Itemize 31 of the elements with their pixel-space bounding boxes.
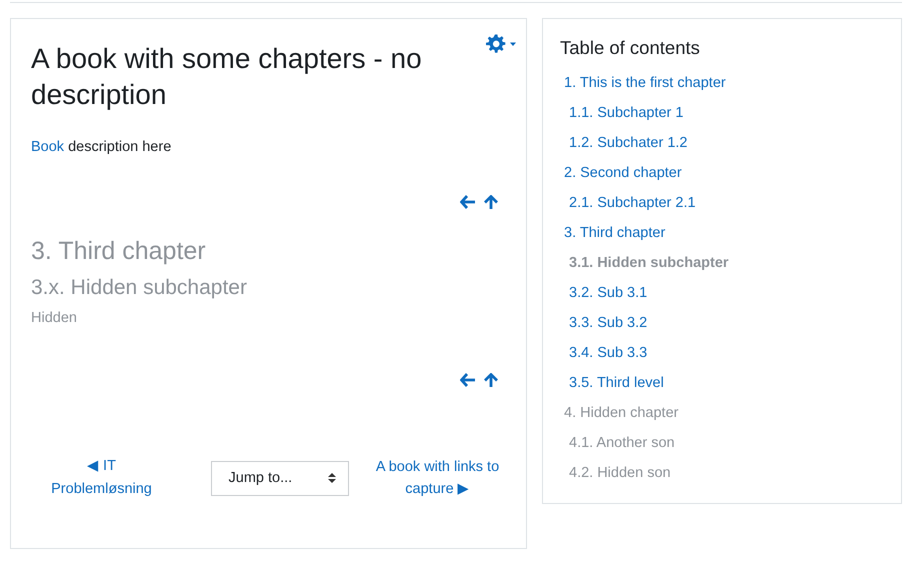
settings-menu-button[interactable] [484,33,516,55]
jump-to-select[interactable]: Jump to... [210,460,348,496]
sort-caret-icon [328,472,336,484]
toc-item[interactable]: 1. This is the first chapter [560,68,726,98]
chapter-title: 3. Third chapter [31,237,207,266]
page-title: A book with some chapters - no description [31,42,423,112]
toc-item[interactable]: 3. Third chapter [560,218,666,248]
toc-item[interactable]: 3.3. Sub 3.2 [560,308,648,338]
toc-item[interactable]: 2. Second chapter [560,158,682,188]
toc-item[interactable]: 1.1. Subchapter 1 [560,98,684,128]
up-arrow-icon[interactable] [484,195,498,209]
previous-arrow-icon[interactable] [460,195,476,209]
toc-item[interactable]: 4. Hidden chapter [560,398,678,428]
toc-title: Table of contents [560,37,701,59]
toc-item[interactable]: 2.1. Subchapter 2.1 [560,188,696,218]
book-link[interactable]: Book [31,139,64,155]
toc-item[interactable]: 4.1. Another son [560,428,675,458]
toc-item[interactable]: 4.2. Hidden son [560,458,671,488]
toc-item[interactable]: 3.4. Sub 3.3 [560,338,648,368]
chapter-status: Hidden [31,310,78,326]
settings-icon [484,33,516,55]
toc-item[interactable]: 3.1. Hidden subchapter [560,248,729,278]
toc-item[interactable]: 1.2. Subchater 1.2 [560,128,688,158]
next-chapter-link[interactable]: A book with links to capture ▶ [375,456,500,500]
previous-arrow-icon[interactable] [460,373,476,387]
up-arrow-icon[interactable] [484,373,498,387]
book-description: Book description here [31,139,172,155]
subchapter-title: 3.x. Hidden subchapter [31,276,248,300]
toc-item[interactable]: 3.5. Third level [560,368,664,398]
previous-chapter-link[interactable]: ◀ IT Problemløsning [39,455,164,501]
toc-item[interactable]: 3.2. Sub 3.1 [560,278,648,308]
